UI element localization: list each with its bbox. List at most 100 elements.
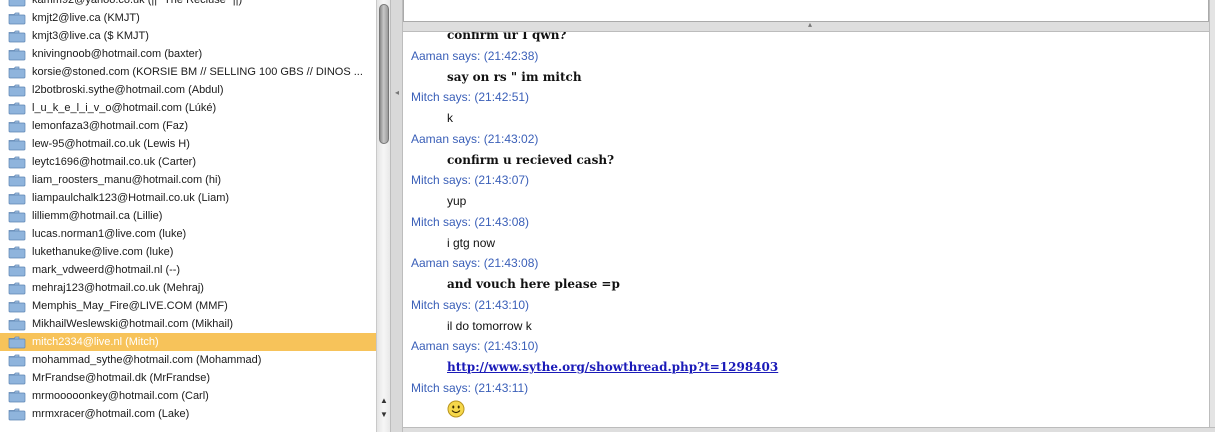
contact-row[interactable]: lew-95@hotmail.co.uk (Lewis H) bbox=[0, 135, 376, 153]
folder-icon bbox=[8, 174, 26, 186]
contact-row[interactable]: lilliemm@hotmail.ca (Lillie) bbox=[0, 207, 376, 225]
smiley-icon bbox=[447, 400, 465, 418]
contact-row[interactable]: korsie@stoned.com (KORSIE BM // SELLING … bbox=[0, 63, 376, 81]
folder-icon bbox=[8, 336, 26, 348]
contact-row[interactable]: lukethanuke@live.com (luke) bbox=[0, 243, 376, 261]
contact-label: korsie@stoned.com (KORSIE BM // SELLING … bbox=[32, 66, 363, 78]
folder-icon bbox=[8, 0, 26, 6]
contact-label: liampaulchalk123@Hotmail.co.uk (Liam) bbox=[32, 192, 230, 204]
message-sender-header: Mitch says: (21:42:51) bbox=[411, 90, 530, 104]
folder-icon bbox=[8, 318, 26, 330]
folder-icon bbox=[8, 192, 26, 204]
contact-label: knivingnoob@hotmail.com (baxter) bbox=[32, 48, 203, 60]
contact-label: mark_vdweerd@hotmail.nl (--) bbox=[32, 264, 181, 276]
message-sender-header: Aaman says: (21:42:38) bbox=[411, 48, 539, 63]
folder-icon bbox=[8, 48, 26, 60]
folder-icon bbox=[8, 120, 26, 132]
folder-icon bbox=[8, 354, 26, 366]
contact-label: mohammad_sythe@hotmail.com (Mohammad) bbox=[32, 354, 262, 366]
message-emoticon bbox=[411, 399, 1201, 420]
message-text: and vouch here please =p bbox=[447, 277, 620, 291]
contact-row[interactable]: kmjt2@live.ca (KMJT) bbox=[0, 9, 376, 27]
contact-label: leytc1696@hotmail.co.uk (Carter) bbox=[32, 156, 197, 168]
contact-row[interactable]: MrFrandse@hotmail.dk (MrFrandse) bbox=[0, 369, 376, 387]
contact-label: mrmxracer@hotmail.com (Lake) bbox=[32, 408, 190, 420]
folder-icon bbox=[8, 390, 26, 402]
folder-icon bbox=[8, 84, 26, 96]
vertical-splitter[interactable]: ◂ bbox=[390, 0, 403, 432]
folder-icon bbox=[8, 282, 26, 294]
message-sender-header: Aaman says: (21:43:02) bbox=[411, 131, 539, 146]
chat-transcript: confirm ur I qwn? Aaman says: (21:42:38) s… bbox=[403, 32, 1209, 427]
folder-icon bbox=[8, 408, 26, 420]
contact-list-scrollbar[interactable]: ▲ ▼ bbox=[376, 0, 390, 432]
folder-icon bbox=[8, 138, 26, 150]
message-sender-header: Mitch says: (21:43:07) bbox=[411, 173, 530, 187]
folder-icon bbox=[8, 66, 26, 78]
folder-icon bbox=[8, 210, 26, 222]
bottom-splitter bbox=[403, 427, 1215, 432]
contact-row[interactable]: l2botbroski.sythe@hotmail.com (Abdul) bbox=[0, 81, 376, 99]
splitter-grip-icon: ◂ bbox=[395, 88, 400, 97]
contact-row[interactable]: knivingnoob@hotmail.com (baxter) bbox=[0, 45, 376, 63]
message-sender-header: Aaman says: (21:43:08) bbox=[411, 256, 539, 270]
contact-label: mitch2334@live.nl (Mitch) bbox=[32, 336, 159, 348]
message-text: il do tomorrow k bbox=[447, 318, 532, 333]
message-list: confirm ur I qwn? Aaman says: (21:42:38) s… bbox=[411, 32, 1201, 419]
contact-row[interactable]: leytc1696@hotmail.co.uk (Carter) bbox=[0, 153, 376, 171]
contact-list: kamm92@yahoo.co.uk (|| "The Recluse" ||)… bbox=[0, 0, 376, 423]
contact-label: kmjt2@live.ca (KMJT) bbox=[32, 12, 140, 24]
scroll-up-arrow-icon[interactable]: ▲ bbox=[377, 395, 391, 407]
folder-icon bbox=[8, 102, 26, 114]
horizontal-splitter[interactable]: ▴ bbox=[403, 20, 1215, 32]
contact-row[interactable]: Memphis_May_Fire@LIVE.COM (MMF) bbox=[0, 297, 376, 315]
contact-row[interactable]: l_u_k_e_l_i_v_o@hotmail.com (Lúké) bbox=[0, 99, 376, 117]
contact-label: MrFrandse@hotmail.dk (MrFrandse) bbox=[32, 372, 211, 384]
splitter-grip-icon: ▴ bbox=[808, 20, 813, 29]
folder-icon bbox=[8, 228, 26, 240]
contact-row[interactable]: mitch2334@live.nl (Mitch) bbox=[0, 333, 376, 351]
folder-icon bbox=[8, 30, 26, 42]
contact-label: kamm92@yahoo.co.uk (|| "The Recluse" ||) bbox=[32, 0, 243, 6]
contact-row[interactable]: kmjt3@live.ca ($ KMJT) bbox=[0, 27, 376, 45]
contact-label: lukethanuke@live.com (luke) bbox=[32, 246, 174, 258]
folder-icon bbox=[8, 264, 26, 276]
message-link[interactable]: http://www.sythe.org/showthread.php?t=12… bbox=[447, 360, 778, 374]
message-text: say on rs " im mitch bbox=[447, 69, 582, 84]
contact-label: mrmooooonkey@hotmail.com (Carl) bbox=[32, 390, 209, 402]
transcript-scrollbar[interactable] bbox=[1209, 0, 1215, 432]
contact-row[interactable]: mrmooooonkey@hotmail.com (Carl) bbox=[0, 387, 376, 405]
message-sender-header: Mitch says: (21:43:11) bbox=[411, 380, 529, 395]
message-text: k bbox=[447, 111, 453, 125]
folder-icon bbox=[8, 156, 26, 168]
folder-icon bbox=[8, 300, 26, 312]
message-text: confirm ur I qwn? bbox=[447, 32, 567, 42]
folder-icon bbox=[8, 246, 26, 258]
contact-row[interactable]: liampaulchalk123@Hotmail.co.uk (Liam) bbox=[0, 189, 376, 207]
message-input-area[interactable] bbox=[403, 0, 1209, 22]
contact-label: lilliemm@hotmail.ca (Lillie) bbox=[32, 210, 163, 222]
message-text: yup bbox=[447, 194, 467, 208]
contact-row[interactable]: MikhailWeslewski@hotmail.com (Mikhail) bbox=[0, 315, 376, 333]
contact-row[interactable]: mrmxracer@hotmail.com (Lake) bbox=[0, 405, 376, 423]
contact-row[interactable]: mohammad_sythe@hotmail.com (Mohammad) bbox=[0, 351, 376, 369]
message-text: confirm u recieved cash? bbox=[447, 152, 615, 167]
message-text: i gtg now bbox=[447, 235, 496, 250]
contact-label: lucas.norman1@live.com (luke) bbox=[32, 228, 187, 240]
contact-row[interactable]: mark_vdweerd@hotmail.nl (--) bbox=[0, 261, 376, 279]
contact-label: l2botbroski.sythe@hotmail.com (Abdul) bbox=[32, 84, 224, 96]
message-text: http://www.sythe.org/showthread.php?t=12… bbox=[411, 357, 1201, 378]
scrollbar-thumb[interactable] bbox=[379, 4, 389, 144]
scroll-down-arrow-icon[interactable]: ▼ bbox=[377, 409, 391, 421]
contact-row[interactable]: lucas.norman1@live.com (luke) bbox=[0, 225, 376, 243]
contact-label: liam_roosters_manu@hotmail.com (hi) bbox=[32, 174, 222, 186]
folder-icon bbox=[8, 372, 26, 384]
contact-row[interactable]: kamm92@yahoo.co.uk (|| "The Recluse" ||) bbox=[0, 0, 376, 9]
message-sender-header: Aaman says: (21:43:10) bbox=[411, 339, 539, 353]
contact-row[interactable]: liam_roosters_manu@hotmail.com (hi) bbox=[0, 171, 376, 189]
contact-row[interactable]: mehraj123@hotmail.co.uk (Mehraj) bbox=[0, 279, 376, 297]
contact-label: l_u_k_e_l_i_v_o@hotmail.com (Lúké) bbox=[32, 102, 217, 114]
contact-label: Memphis_May_Fire@LIVE.COM (MMF) bbox=[32, 300, 228, 312]
contact-row[interactable]: lemonfaza3@hotmail.com (Faz) bbox=[0, 117, 376, 135]
contact-label: MikhailWeslewski@hotmail.com (Mikhail) bbox=[32, 318, 234, 330]
